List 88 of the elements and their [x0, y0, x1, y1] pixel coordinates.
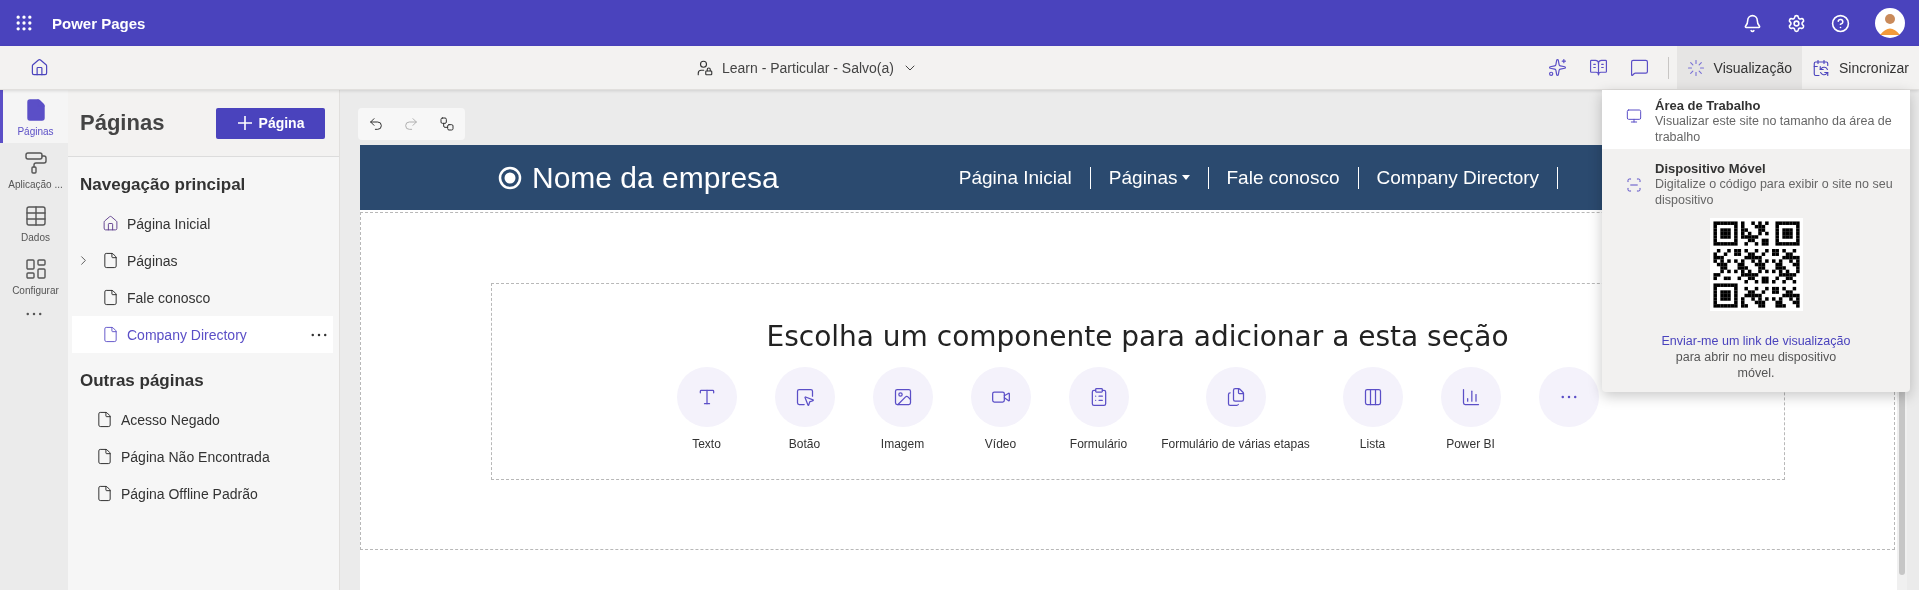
option-title: Área de Trabalho	[1655, 98, 1762, 113]
image-icon	[892, 386, 913, 407]
logo-icon	[498, 165, 522, 190]
page-item[interactable]: Acesso Negado	[72, 401, 333, 438]
component-option[interactable]: Vídeo	[951, 366, 1050, 451]
component-option[interactable]: Formulário de várias etapas	[1147, 366, 1324, 451]
sparkles-icon	[1547, 58, 1567, 77]
section-heading: Outras páginas	[80, 371, 205, 391]
plus-icon	[236, 115, 253, 131]
rail-tab[interactable]: Aplicação ...	[0, 143, 68, 196]
undo-button[interactable]	[367, 116, 384, 132]
calendar-sync-icon	[1811, 58, 1830, 77]
rail-tab[interactable]: Dados	[0, 196, 68, 249]
page-label: Página Offline Padrão	[121, 485, 258, 502]
panel-title: Páginas	[80, 110, 165, 136]
caret-icon	[1181, 175, 1190, 180]
send-link[interactable]: Enviar-me um link de visualização	[1661, 334, 1851, 348]
section-heading: Navegação principal	[80, 175, 247, 195]
document-icon	[96, 411, 113, 428]
component-option[interactable]: Formulário	[1049, 366, 1148, 451]
sync-button[interactable]: Sincronizar	[1801, 46, 1919, 89]
pointer-icon	[794, 386, 815, 407]
page-item[interactable]: Página Não Encontrada	[72, 438, 333, 475]
component-option[interactable]: Botão	[755, 366, 854, 451]
structure-button[interactable]	[439, 116, 456, 132]
rail-tab[interactable]: Páginas	[0, 90, 68, 143]
component-option[interactable]: Texto	[657, 366, 756, 451]
layout-icon	[23, 257, 48, 281]
monitor-icon	[1626, 108, 1642, 124]
comment-icon	[1629, 58, 1649, 77]
document-icon	[102, 252, 119, 269]
bar-chart-icon	[1460, 386, 1481, 407]
more-icon[interactable]	[26, 312, 42, 316]
component-option[interactable]: Power BI	[1421, 366, 1520, 451]
paint-roller-icon	[23, 151, 48, 175]
app-title: Power Pages	[52, 14, 146, 32]
option-description: Visualizar este site no tamanho da área de trabalho	[1655, 113, 1893, 145]
preview-link-note: Enviar-me um link de visualização para abrir no meu dispositivo móvel.	[1661, 333, 1851, 381]
scan-icon	[1626, 177, 1642, 193]
page-label: Página Não Encontrada	[121, 448, 270, 465]
page-item[interactable]: Company Directory	[72, 316, 333, 353]
table-icon	[23, 204, 48, 228]
undo-icon	[367, 116, 384, 132]
section-prompt: Escolha um componente para adicionar a esta seção	[766, 319, 1509, 353]
page-label: Company Directory	[127, 326, 247, 343]
add-page-button[interactable]: Página	[216, 107, 325, 139]
document-icon	[96, 448, 113, 465]
site-nav-link[interactable]: Fale conosco	[1226, 166, 1340, 189]
document-icon	[96, 485, 113, 502]
preview-option[interactable]: Dispositivo Móvel Digitalize o código para exibir o site no seu dispositivo	[1602, 149, 1910, 212]
notifications-icon[interactable]	[1743, 13, 1762, 33]
site-nav-link[interactable]: Company Directory	[1376, 166, 1540, 189]
more-icon	[1560, 394, 1577, 399]
page-label: Páginas	[127, 252, 178, 269]
columns-icon	[1362, 386, 1383, 407]
settings-icon[interactable]	[1787, 13, 1806, 33]
page-label: Acesso Negado	[121, 411, 220, 428]
help-icon[interactable]	[1831, 13, 1850, 33]
site-nav-link[interactable]: Páginas	[1108, 166, 1190, 189]
page-label: Página Inicial	[127, 215, 211, 232]
book-icon	[1588, 58, 1608, 77]
document-icon	[102, 289, 119, 306]
preview-button[interactable]: Visualização	[1676, 46, 1802, 89]
redo-icon	[403, 116, 420, 132]
component-option[interactable]: Lista	[1323, 366, 1422, 451]
page-label: Fale conosco	[127, 289, 211, 306]
component-option[interactable]: Imagem	[853, 366, 952, 451]
site-status-dropdown[interactable]: Learn - Particular - Salvo(a)	[690, 57, 924, 78]
page-item[interactable]: Página Offline Padrão	[72, 475, 333, 512]
home-icon	[102, 215, 119, 232]
workflow-icon	[439, 116, 456, 132]
page-item[interactable]: Página Inicial	[72, 205, 333, 242]
more-options-icon[interactable]	[311, 332, 327, 337]
site-brand: Nome da empresa	[532, 160, 779, 195]
rail-tab[interactable]: Configurar	[0, 249, 68, 302]
home-icon	[30, 58, 49, 77]
page-item[interactable]: Páginas	[72, 242, 333, 279]
user-lock-icon	[696, 58, 714, 77]
option-title: Dispositivo Móvel	[1655, 161, 1767, 176]
document-icon	[102, 326, 119, 343]
loader-icon	[1686, 58, 1705, 77]
page-item[interactable]: Fale conosco	[72, 279, 333, 316]
app-launcher-icon[interactable]	[14, 13, 34, 33]
option-description: Digitalize o código para exibir o site no seu dispositivo	[1655, 176, 1894, 208]
avatar[interactable]	[1875, 8, 1905, 38]
site-nav-link[interactable]: Página Inicial	[958, 166, 1072, 189]
documents-icon	[1225, 386, 1246, 407]
preview-option[interactable]: Área de Trabalho Visualizar este site no tamanho da área de trabalho	[1602, 90, 1910, 149]
